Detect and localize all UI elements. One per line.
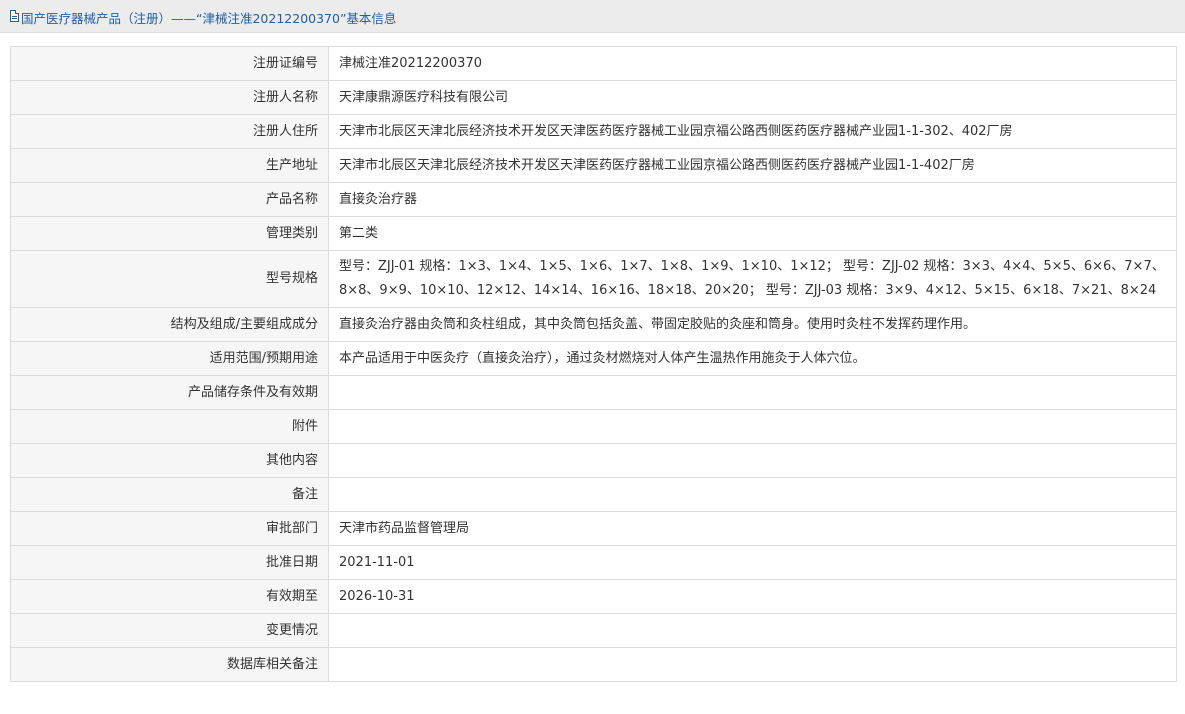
breadcrumb: 国产医疗器械产品（注册）——“津械注准20212200370”基本信息 bbox=[21, 11, 397, 26]
row-label: 变更情况 bbox=[10, 613, 329, 648]
row-label: 产品储存条件及有效期 bbox=[10, 375, 329, 410]
table-row: 生产地址 天津市北辰区天津北辰经济技术开发区天津医药医疗器械工业园京福公路西侧医… bbox=[10, 148, 1177, 183]
row-value: 天津康鼎源医疗科技有限公司 bbox=[328, 80, 1177, 115]
row-label: 附件 bbox=[10, 409, 329, 444]
row-label: 型号规格 bbox=[10, 250, 329, 308]
table-row: 型号规格 型号：ZJJ-01 规格：1×3、1×4、1×5、1×6、1×7、1×… bbox=[10, 250, 1177, 308]
row-value bbox=[328, 477, 1177, 512]
table-row: 注册人名称 天津康鼎源医疗科技有限公司 bbox=[10, 80, 1177, 115]
row-value bbox=[328, 647, 1177, 682]
row-label: 注册人名称 bbox=[10, 80, 329, 115]
table-row: 产品名称 直接灸治疗器 bbox=[10, 182, 1177, 217]
row-value: 2021-11-01 bbox=[328, 545, 1177, 580]
row-label: 注册人住所 bbox=[10, 114, 329, 149]
row-value bbox=[328, 613, 1177, 648]
row-value: 天津市药品监督管理局 bbox=[328, 511, 1177, 546]
table-row: 附件 bbox=[10, 409, 1177, 444]
row-label: 适用范围/预期用途 bbox=[10, 341, 329, 376]
table-row: 备注 bbox=[10, 477, 1177, 512]
row-value bbox=[328, 409, 1177, 444]
table-row: 批准日期 2021-11-01 bbox=[10, 545, 1177, 580]
row-label: 注册证编号 bbox=[10, 46, 329, 81]
table-row: 管理类别 第二类 bbox=[10, 216, 1177, 251]
document-icon bbox=[10, 10, 19, 22]
table-row: 其他内容 bbox=[10, 443, 1177, 478]
table-row: 注册证编号 津械注准20212200370 bbox=[10, 46, 1177, 81]
row-label: 产品名称 bbox=[10, 182, 329, 217]
row-value bbox=[328, 375, 1177, 410]
table-row: 审批部门 天津市药品监督管理局 bbox=[10, 511, 1177, 546]
row-value: 天津市北辰区天津北辰经济技术开发区天津医药医疗器械工业园京福公路西侧医药医疗器械… bbox=[328, 148, 1177, 183]
row-label: 管理类别 bbox=[10, 216, 329, 251]
row-value: 直接灸治疗器 bbox=[328, 182, 1177, 217]
row-value: 型号：ZJJ-01 规格：1×3、1×4、1×5、1×6、1×7、1×8、1×9… bbox=[328, 250, 1177, 308]
row-label: 结构及组成/主要组成成分 bbox=[10, 307, 329, 342]
row-value: 2026-10-31 bbox=[328, 579, 1177, 614]
row-label: 有效期至 bbox=[10, 579, 329, 614]
registration-info-table: 注册证编号 津械注准20212200370 注册人名称 天津康鼎源医疗科技有限公… bbox=[10, 46, 1177, 682]
table-row: 数据库相关备注 bbox=[10, 647, 1177, 682]
row-value bbox=[328, 443, 1177, 478]
table-row: 有效期至 2026-10-31 bbox=[10, 579, 1177, 614]
row-value: 天津市北辰区天津北辰经济技术开发区天津医药医疗器械工业园京福公路西侧医药医疗器械… bbox=[328, 114, 1177, 149]
table-row: 适用范围/预期用途 本产品适用于中医灸疗（直接灸治疗），通过灸材燃烧对人体产生温… bbox=[10, 341, 1177, 376]
row-label: 其他内容 bbox=[10, 443, 329, 478]
row-value: 本产品适用于中医灸疗（直接灸治疗），通过灸材燃烧对人体产生温热作用施灸于人体穴位… bbox=[328, 341, 1177, 376]
row-value: 津械注准20212200370 bbox=[328, 46, 1177, 81]
table-row: 变更情况 bbox=[10, 613, 1177, 648]
row-value: 直接灸治疗器由灸筒和灸柱组成，其中灸筒包括灸盖、带固定胶贴的灸座和筒身。使用时灸… bbox=[328, 307, 1177, 342]
row-label: 备注 bbox=[10, 477, 329, 512]
table-row: 产品储存条件及有效期 bbox=[10, 375, 1177, 410]
row-value: 第二类 bbox=[328, 216, 1177, 251]
row-label: 生产地址 bbox=[10, 148, 329, 183]
table-row: 注册人住所 天津市北辰区天津北辰经济技术开发区天津医药医疗器械工业园京福公路西侧… bbox=[10, 114, 1177, 149]
row-label: 数据库相关备注 bbox=[10, 647, 329, 682]
page-header: 国产医疗器械产品（注册）——“津械注准20212200370”基本信息 bbox=[0, 0, 1185, 33]
row-label: 审批部门 bbox=[10, 511, 329, 546]
table-row: 结构及组成/主要组成成分 直接灸治疗器由灸筒和灸柱组成，其中灸筒包括灸盖、带固定… bbox=[10, 307, 1177, 342]
row-label: 批准日期 bbox=[10, 545, 329, 580]
